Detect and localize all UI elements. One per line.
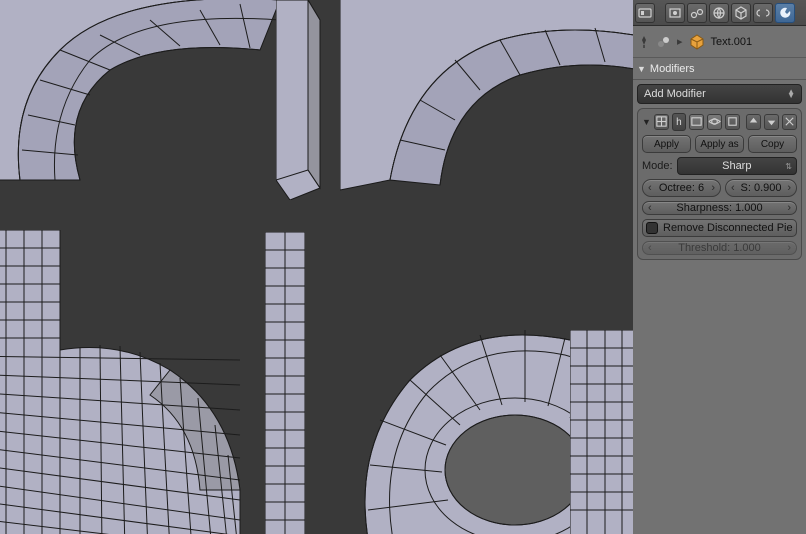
modifier-header: ▼ h bbox=[642, 113, 797, 131]
remove-disconnected-label: Remove Disconnected Pie bbox=[663, 222, 793, 234]
context-modifiers-icon[interactable] bbox=[775, 3, 795, 23]
add-modifier-dropdown[interactable]: Add Modifier ▲▼ bbox=[637, 84, 802, 104]
move-up-icon[interactable] bbox=[746, 114, 761, 130]
properties-editor: ▸ Text.001 ▼ Modifiers Add Modifier ▲▼ ▼… bbox=[633, 0, 806, 534]
show-render-icon[interactable] bbox=[689, 114, 704, 130]
datablock-path-row: ▸ Text.001 bbox=[633, 26, 806, 58]
3d-viewport[interactable] bbox=[0, 0, 633, 534]
show-viewport-icon[interactable] bbox=[707, 114, 722, 130]
context-world-icon[interactable] bbox=[709, 3, 729, 23]
modifier-type-icon bbox=[654, 114, 669, 130]
octree-depth-field[interactable]: Octree: 6 bbox=[642, 179, 721, 197]
sharpness-field[interactable]: Sharpness: 1.000 bbox=[642, 201, 797, 215]
mode-enum[interactable]: Sharp bbox=[677, 157, 797, 175]
properties-header bbox=[633, 0, 806, 26]
context-render-icon[interactable] bbox=[665, 3, 685, 23]
editor-type-icon[interactable] bbox=[635, 3, 655, 23]
context-object-icon[interactable] bbox=[731, 3, 751, 23]
modifiers-panel-header[interactable]: ▼ Modifiers bbox=[633, 58, 806, 80]
modifier-remesh: ▼ h Apply Apply as Copy Mode: bbox=[637, 108, 802, 260]
copy-button[interactable]: Copy bbox=[748, 135, 797, 153]
chevron-right-icon: ▸ bbox=[677, 35, 683, 48]
panel-title: Modifiers bbox=[650, 63, 695, 75]
apply-button[interactable]: Apply bbox=[642, 135, 691, 153]
threshold-field[interactable]: Threshold: 1.000 bbox=[642, 241, 797, 255]
move-down-icon[interactable] bbox=[764, 114, 779, 130]
object-name[interactable]: Text.001 bbox=[711, 36, 753, 48]
context-scene-icon[interactable] bbox=[687, 3, 707, 23]
pin-icon[interactable] bbox=[637, 35, 651, 49]
scene-path-icon[interactable] bbox=[657, 35, 671, 49]
scale-field[interactable]: S: 0.900 bbox=[725, 179, 797, 197]
modifier-name-field[interactable]: h bbox=[672, 113, 686, 131]
mode-label: Mode: bbox=[642, 160, 673, 172]
remove-disconnected-checkbox[interactable]: Remove Disconnected Pie bbox=[642, 219, 797, 237]
modifiers-panel-body: Add Modifier ▲▼ ▼ h Apply Apply as bbox=[633, 80, 806, 264]
mode-value: Sharp bbox=[722, 160, 751, 172]
checkbox-icon bbox=[646, 222, 658, 234]
show-editmode-icon[interactable] bbox=[725, 114, 740, 130]
context-constraints-icon[interactable] bbox=[753, 3, 773, 23]
apply-as-button[interactable]: Apply as bbox=[695, 135, 744, 153]
mesh-data-icon bbox=[689, 34, 705, 50]
delete-modifier-icon[interactable] bbox=[782, 114, 797, 130]
expand-icon[interactable]: ▼ bbox=[642, 117, 651, 127]
updown-icon: ▲▼ bbox=[787, 90, 795, 98]
add-modifier-label: Add Modifier bbox=[644, 88, 706, 100]
disclosure-triangle-icon: ▼ bbox=[637, 64, 646, 74]
